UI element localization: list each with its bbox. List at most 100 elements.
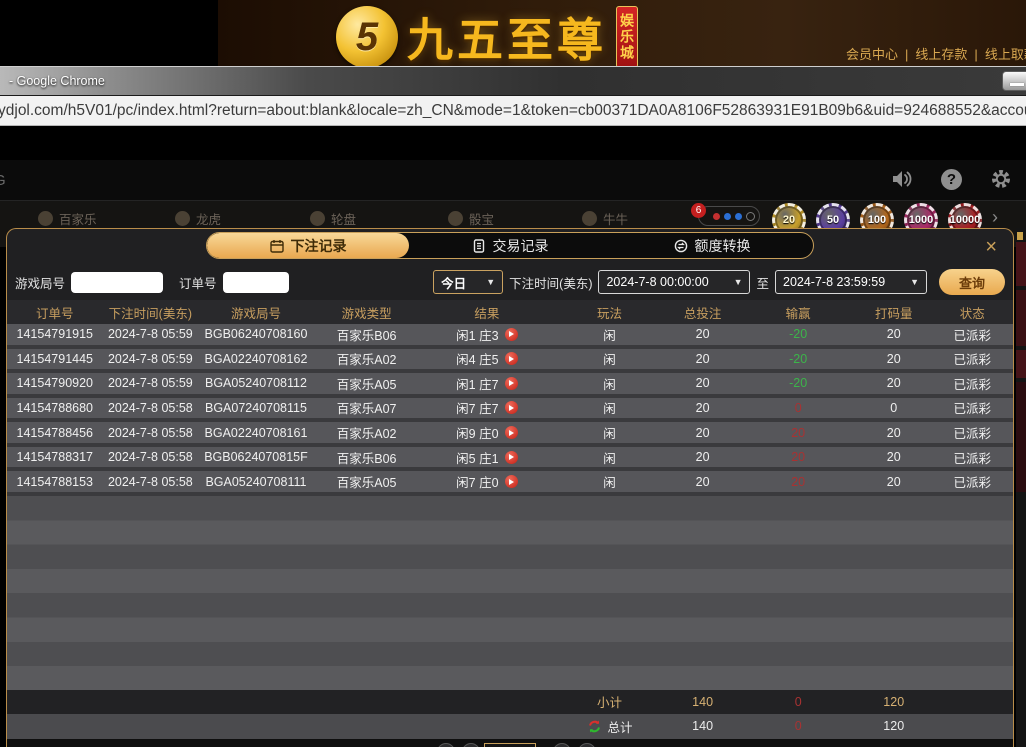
clipped-panel [1016,242,1026,286]
cell-status: 已派彩 [931,398,1013,419]
cell-win-loss: -20 [740,349,856,370]
close-icon[interactable]: × [985,237,997,257]
cell-order-no: 14154790920 [7,373,103,394]
tab-credit-transfer[interactable]: 额度转换 [611,233,813,258]
pagination-first-button[interactable] [437,743,455,747]
link-member-center[interactable]: 会员中心 [846,47,898,62]
settings-icon[interactable] [990,168,1012,190]
total-label: 总计 [608,717,633,736]
logo-symbol: 5 [356,15,378,60]
round-scoreboard[interactable]: 6 [698,206,760,226]
url-bar[interactable]: ydjol.com/h5V01/pc/index.html?return=abo… [0,96,1026,126]
cell-total-bet: 20 [665,471,740,492]
clipped-panel [1016,382,1026,492]
date-to-select[interactable]: 2024-7-8 23:59:59 ▼ [775,270,927,294]
cell-order-no: 14154788153 [7,471,103,492]
replay-button[interactable] [505,426,518,439]
cell-total-bet: 20 [665,373,740,394]
cell-turnover: 20 [856,422,931,443]
clipped-edge-icon: G [0,172,6,189]
cell-order-no: 14154788456 [7,422,103,443]
game-nav-item[interactable]: 轮盘 [310,209,356,228]
column-header: 玩法 [554,300,665,324]
link-online-deposit[interactable]: 线上存款 [915,47,967,62]
column-header: 输赢 [740,300,856,324]
cell-result: 闲1 庄7 [419,373,554,394]
cell-order-no: 14154788680 [7,398,103,419]
total-total-bet: 140 [665,714,740,739]
column-header: 总投注 [665,300,740,324]
game-nav-item[interactable]: 骰宝 [448,209,494,228]
pagination-next-button[interactable] [553,743,571,747]
banker-dot-icon [713,213,720,220]
minimize-button[interactable] [1002,71,1026,91]
cell-round-no: BGA02240708162 [198,349,314,370]
cell-total-bet: 20 [665,398,740,419]
cell-play: 闲 [554,324,665,345]
replay-button[interactable] [505,328,518,341]
cell-turnover: 20 [856,349,931,370]
cell-win-loss: 20 [740,447,856,468]
chrome-titlebar[interactable]: - Google Chrome [0,66,1026,96]
pagination-prev-button[interactable] [462,743,480,747]
replay-button[interactable] [505,401,518,414]
chevron-down-icon: ▼ [486,277,495,287]
result-text: 闲7 庄7 [456,398,498,417]
replay-button[interactable] [505,475,518,488]
minimize-icon [1010,83,1024,86]
cell-status: 已派彩 [931,447,1013,468]
game-round-input[interactable] [71,272,163,293]
column-header: 结果 [419,300,554,324]
total-row: 总计 140 0 120 [7,714,1013,739]
replay-button[interactable] [505,352,518,365]
cell-play: 闲 [554,422,665,443]
logo-title: 九五至尊 [407,4,607,70]
pagination-page-input[interactable] [484,743,536,747]
refresh-icon[interactable] [587,719,602,734]
table-row: 141547883172024-7-8 05:58BGB0624070815F百… [7,447,1013,472]
date-from-select[interactable]: 2024-7-8 00:00:00 ▼ [598,270,750,294]
game-round-label: 游戏局号 [15,273,65,292]
date-range-select[interactable]: 今日 ▼ [433,270,503,294]
cell-win-loss: 20 [740,471,856,492]
table-row: 141547886802024-7-8 05:58BGA07240708115百… [7,398,1013,423]
cell-result: 闲1 庄3 [419,324,554,345]
cell-status: 已派彩 [931,349,1013,370]
cell-status: 已派彩 [931,324,1013,345]
game-nav-item[interactable]: 百家乐 [38,209,97,228]
game-nav-item[interactable]: 牛牛 [582,209,628,228]
column-header: 打码量 [856,300,931,324]
play-icon [509,380,514,386]
cell-result: 闲5 庄1 [419,447,554,468]
link-online-withdraw[interactable]: 线上取款 [985,47,1026,62]
chips-more-arrow[interactable]: › [992,207,998,228]
game-icon [310,211,325,226]
pagination-last-button[interactable] [578,743,596,747]
search-button[interactable]: 查询 [939,269,1005,295]
transfer-icon [674,239,688,253]
play-icon [509,430,514,436]
cell-round-no: BGA02240708161 [198,422,314,443]
cell-order-no: 14154788317 [7,447,103,468]
game-nav-item[interactable]: 龙虎 [175,209,221,228]
cell-turnover: 20 [856,447,931,468]
order-input[interactable] [223,272,289,293]
cell-bet-time: 2024-7-8 05:58 [103,447,199,468]
table-row: 141547919152024-7-8 05:59BGB06240708160百… [7,324,1013,349]
cell-win-loss: 0 [740,398,856,419]
help-icon[interactable]: ? [941,169,962,190]
sound-icon[interactable] [891,168,913,190]
cell-turnover: 20 [856,373,931,394]
game-icon [38,211,53,226]
replay-button[interactable] [505,451,518,464]
game-icon [448,211,463,226]
cell-bet-time: 2024-7-8 05:59 [103,349,199,370]
tab-transaction-records[interactable]: 交易记录 [409,233,611,258]
tab-bet-records[interactable]: 下注记录 [207,233,409,258]
cell-play: 闲 [554,398,665,419]
result-text: 闲4 庄5 [456,349,498,368]
cell-win-loss: 20 [740,422,856,443]
cell-bet-time: 2024-7-8 05:59 [103,324,199,345]
replay-button[interactable] [505,377,518,390]
column-header: 游戏局号 [198,300,314,324]
